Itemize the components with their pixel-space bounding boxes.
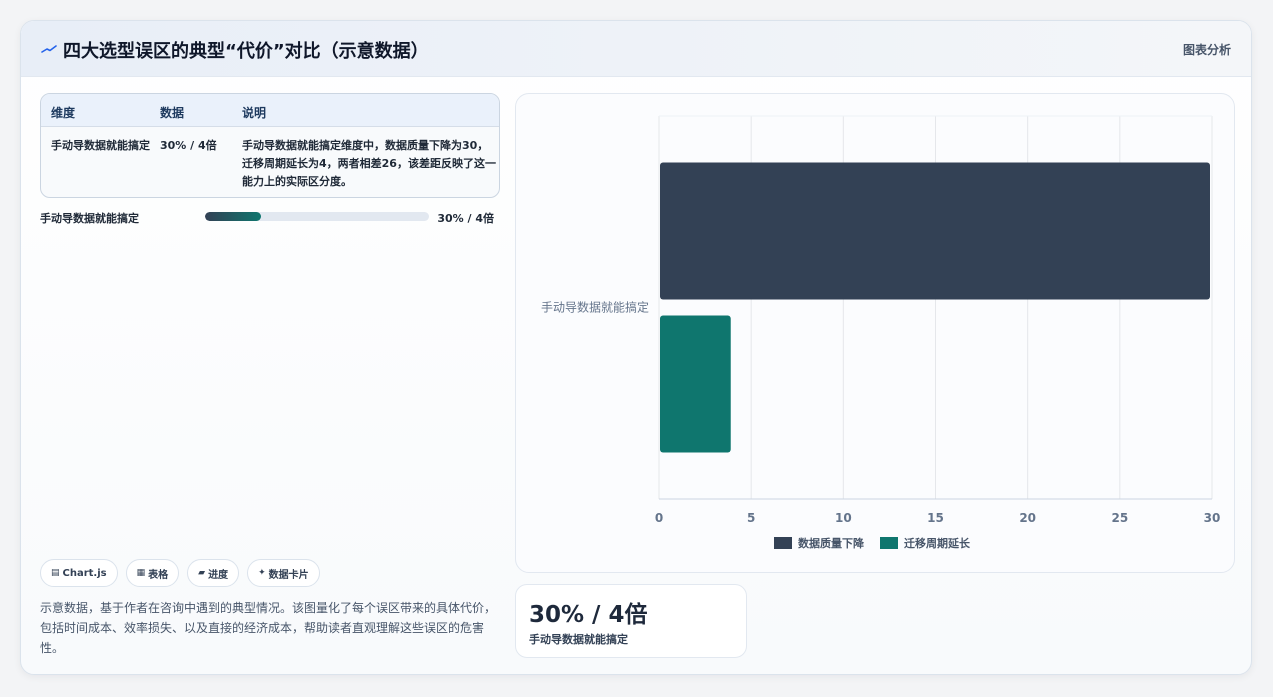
table-cell-data: 30% / 4倍 [160, 139, 217, 152]
feature-chips: ▤ Chart.js ▦ 表格 ▰ 进度 ✦ 数据卡片 [40, 559, 320, 587]
card-header: 四大选型误区的典型“代价”对比（示意数据） 图表分析 [21, 21, 1251, 77]
stat-label: 手动导数据就能搞定 [529, 633, 628, 646]
chip-label: Chart.js [62, 567, 107, 579]
table-icon: ▦ [136, 568, 146, 578]
legend-swatch [880, 537, 898, 549]
x-tick-label: 15 [927, 511, 944, 525]
table-header: 维度 数据 说明 [41, 94, 499, 127]
chip-label: 进度 [208, 569, 229, 581]
stat-value: 30% / 4倍 [529, 602, 648, 628]
y-category-label: 手动导数据就能搞定 [541, 300, 649, 315]
table-row: 手动导数据就能搞定 30% / 4倍 手动导数据就能搞定维度中，数据质量下降为3… [41, 127, 499, 197]
table-header-dimension: 维度 [51, 106, 76, 120]
x-tick-label: 20 [1019, 511, 1036, 525]
progress-fill [205, 212, 261, 221]
bar-migration-extension [660, 315, 731, 453]
progress-track [205, 212, 429, 221]
data-table: 维度 数据 说明 手动导数据就能搞定 30% / 4倍 手动导数据就能搞定维度中… [40, 93, 500, 198]
chart-card: 四大选型误区的典型“代价”对比（示意数据） 图表分析 维度 数据 说明 手动导数… [20, 20, 1252, 675]
table-cell-note: 手动导数据就能搞定维度中，数据质量下降为30，迁移周期延长为4，两者相差26，该… [242, 139, 496, 188]
x-tick-label: 30 [1204, 511, 1221, 525]
progress-label: 手动导数据就能搞定 [40, 212, 139, 225]
legend-swatch [774, 537, 792, 549]
sparkle-icon: ✦ [258, 568, 266, 578]
progress-icon: ▰ [198, 568, 206, 578]
table-cell-dimension: 手动导数据就能搞定 [51, 139, 150, 152]
chip-label: 数据卡片 [268, 569, 309, 581]
bar-data-quality-drop [660, 162, 1210, 300]
x-tick-label: 10 [835, 511, 852, 525]
chip-chartjs[interactable]: ▤ Chart.js [40, 559, 118, 587]
x-tick-label: 25 [1111, 511, 1128, 525]
bar-chart-svg: 0 5 10 15 20 25 30 手动导数据就能搞定数据质量下降 迁移周期延长 [541, 115, 1221, 550]
chip-table[interactable]: ▦ 表格 [125, 559, 180, 587]
table-header-note: 说明 [242, 106, 267, 120]
legend-label: 数据质量下降 [798, 536, 865, 550]
page-title: 四大选型误区的典型“代价”对比（示意数据） [63, 41, 429, 62]
chip-progress[interactable]: ▰ 进度 [187, 559, 240, 587]
chip-label: 表格 [148, 569, 169, 581]
trend-line-icon [41, 45, 57, 53]
progress-value: 30% / 4倍 [437, 212, 494, 225]
legend-label: 迁移周期延长 [904, 536, 971, 550]
progress-row: 手动导数据就能搞定 30% / 4倍 [40, 209, 500, 225]
x-tick-label: 0 [655, 511, 663, 525]
stat-card: 30% / 4倍 手动导数据就能搞定 [515, 584, 747, 658]
chart-description: 示意数据，基于作者在咨询中遇到的典型情况。该图量化了每个误区带来的具体代价，包括… [40, 601, 497, 655]
chip-data-card[interactable]: ✦ 数据卡片 [247, 559, 320, 587]
chart-analysis-tag: 图表分析 [1182, 43, 1231, 57]
table-header-data: 数据 [160, 106, 185, 120]
chart-icon: ▤ [51, 568, 60, 578]
x-tick-label: 5 [747, 511, 755, 525]
bar-chart: 0 5 10 15 20 25 30 手动导数据就能搞定数据质量下降 迁移周期延长 [515, 93, 1235, 573]
